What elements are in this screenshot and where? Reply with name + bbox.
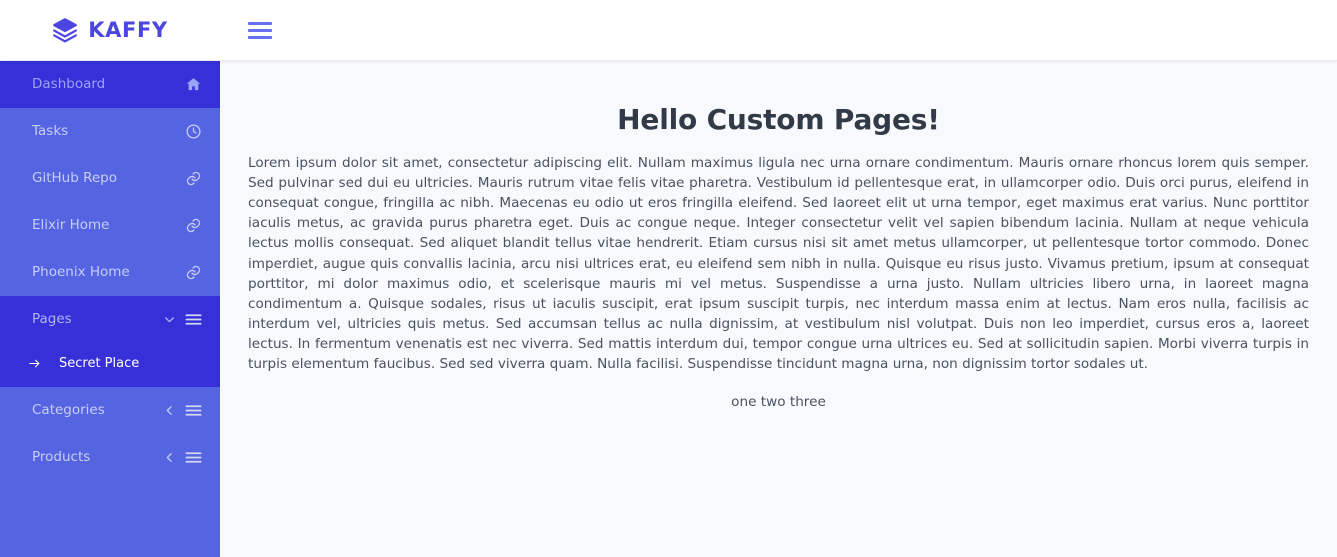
- chevron-left-icon[interactable]: [163, 451, 176, 464]
- admin-dashboard-page: KAFFY Dashboard Tasks GitHub Repo Elixir…: [0, 0, 1337, 557]
- sidebar-group-icons: [163, 451, 202, 464]
- sidebar-item-github-repo[interactable]: GitHub Repo: [0, 155, 220, 202]
- home-icon: [185, 76, 202, 93]
- main-content: Hello Custom Pages! Lorem ipsum dolor si…: [220, 61, 1337, 557]
- sidebar-group-toggle-pages[interactable]: Pages: [0, 296, 220, 343]
- hamburger-bar: [248, 21, 272, 25]
- clock-icon: [185, 123, 202, 140]
- link-icon: [185, 264, 202, 281]
- sidebar-item-label: Phoenix Home: [32, 263, 130, 280]
- sidebar-item-elixir-home[interactable]: Elixir Home: [0, 202, 220, 249]
- sidebar-item-icons: [185, 217, 202, 234]
- sidebar-subitem-secret-place[interactable]: Secret Place: [0, 343, 220, 383]
- sidebar: Dashboard Tasks GitHub Repo Elixir Home …: [0, 61, 220, 557]
- link-icon: [185, 217, 202, 234]
- sidebar-group-toggle-products[interactable]: Products: [0, 434, 220, 481]
- sidebar-group-icons: [163, 404, 202, 417]
- hamburger-bar: [248, 35, 272, 39]
- body-paragraph: Lorem ipsum dolor sit amet, consectetur …: [248, 155, 1309, 373]
- sidebar-subitem-label: Secret Place: [59, 355, 140, 371]
- sidebar-item-label: Elixir Home: [32, 216, 110, 233]
- page-title: Hello Custom Pages!: [617, 103, 940, 136]
- chevron-down-icon[interactable]: [163, 313, 176, 326]
- footer-line: one two three: [731, 394, 826, 411]
- sidebar-group-label: Products: [32, 448, 91, 465]
- sidebar-item-label: Dashboard: [32, 75, 106, 92]
- list-icon[interactable]: [185, 451, 202, 464]
- sidebar-item-label: Tasks: [32, 122, 69, 139]
- sidebar-group-label: Categories: [32, 401, 105, 418]
- brand-name: KAFFY: [88, 17, 168, 42]
- sidebar-item-icons: [185, 264, 202, 281]
- sidebar-group-label: Pages: [32, 310, 72, 327]
- list-icon[interactable]: [185, 404, 202, 417]
- sidebar-item-phoenix-home[interactable]: Phoenix Home: [0, 249, 220, 296]
- layers-stack-icon: [52, 17, 78, 43]
- content-wrapper: Hello Custom Pages! Lorem ipsum dolor si…: [220, 61, 1337, 410]
- sidebar-item-tasks[interactable]: Tasks: [0, 108, 220, 155]
- hamburger-bar: [248, 28, 272, 32]
- list-icon[interactable]: [185, 313, 202, 326]
- sidebar-group-icons: [163, 313, 202, 326]
- sidebar-item-icons: [185, 170, 202, 187]
- hamburger-menu-icon[interactable]: [248, 17, 274, 43]
- sidebar-group-toggle-categories[interactable]: Categories: [0, 387, 220, 434]
- sidebar-item-label: GitHub Repo: [32, 169, 117, 186]
- arrow-right-icon: [28, 357, 41, 370]
- sidebar-item-icons: [185, 76, 202, 93]
- top-navbar: KAFFY: [0, 0, 1337, 61]
- sidebar-item-icons: [185, 123, 202, 140]
- chevron-left-icon[interactable]: [163, 404, 176, 417]
- sidebar-group-pages: Pages Secret Place: [0, 296, 220, 387]
- brand-logo[interactable]: KAFFY: [0, 0, 220, 61]
- sidebar-item-dashboard[interactable]: Dashboard: [0, 61, 220, 108]
- link-icon: [185, 170, 202, 187]
